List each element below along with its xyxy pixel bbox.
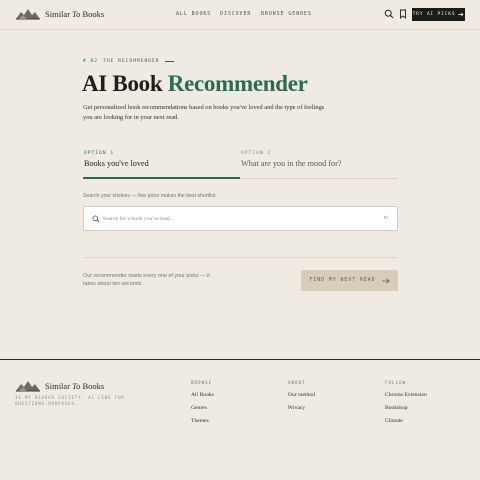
try-ai-picks-button[interactable]: TRY AI PICKS (412, 8, 465, 21)
tab-option-label: OPTION 1 (84, 151, 115, 156)
page-subtitle: Get personalized book recommendations ba… (83, 104, 325, 121)
section-divider (83, 257, 398, 258)
tab-text: What are you in the mood for? (241, 159, 342, 168)
logo[interactable]: Similar To Books (15, 7, 104, 21)
site-header: Similar To Books ALL BOOKS DISCOVER BROW… (0, 0, 480, 30)
footer-heading: BROWSE (191, 380, 213, 385)
book-search-input[interactable] (103, 212, 373, 226)
bookmark-icon[interactable] (398, 9, 408, 19)
footer-link-themes[interactable]: Themes (191, 418, 214, 431)
footer-column-browse: BROWSE All Books Genres Themes (191, 380, 214, 431)
footer-tagline: IS MY READER SOCIETY. AI LINE FOR QUESTI… (15, 395, 125, 407)
footer-link-our-method[interactable]: Our method (288, 392, 315, 405)
footer-link-bookshop[interactable]: Bookshop (385, 405, 427, 418)
footer-link-genres[interactable]: Genres (191, 405, 214, 418)
search-icon[interactable] (384, 9, 394, 19)
nav-all-books[interactable]: ALL BOOKS (176, 11, 211, 17)
logo-text: Similar To Books (45, 9, 105, 19)
site-footer: Similar To Books IS MY READER SOCIETY. A… (0, 359, 480, 480)
logo-icon (16, 381, 40, 392)
eyebrow-number: # 02 (83, 59, 99, 64)
section-eyebrow: # 02 THE RECOMMENDER (83, 59, 174, 64)
footer-column-follow: FOLLOW Chrome Extension Bookshop Climate (385, 380, 427, 431)
title-accent: Recommender (167, 71, 308, 96)
title-main: AI Book (82, 71, 163, 96)
footer-heading: FOLLOW (385, 380, 407, 385)
footer-logo[interactable]: Similar To Books (15, 379, 104, 393)
footer-column-about: ABOUT Our method Privacy (288, 380, 315, 418)
eyebrow-divider (164, 61, 174, 62)
submit-label: FIND MY NEXT READ (309, 278, 376, 283)
search-hint: Search your shelves — five picks makes t… (83, 193, 217, 199)
keyboard-shortcut: ⌘/ (383, 216, 389, 221)
tab-active-indicator (83, 177, 240, 179)
tab-books-loved[interactable]: OPTION 1 Books you've loved (84, 151, 149, 168)
arrow-right-icon (458, 12, 464, 17)
footer-link-all-books[interactable]: All Books (191, 392, 214, 405)
nav-discover[interactable]: DISCOVER (220, 11, 251, 17)
cta-label: TRY AI PICKS (412, 12, 456, 17)
tab-mood[interactable]: OPTION 2 What are you in the mood for? (241, 151, 342, 168)
logo-icon (16, 9, 40, 20)
recommender-note: Our recommender reads every one of your … (83, 273, 210, 288)
book-search-box[interactable]: ⌘/ (83, 206, 398, 231)
tab-text: Books you've loved (84, 159, 149, 168)
footer-link-privacy[interactable]: Privacy (288, 405, 315, 418)
footer-link-climate[interactable]: Climate (385, 418, 427, 431)
find-next-read-button[interactable]: FIND MY NEXT READ (301, 270, 398, 291)
logo-text: Similar To Books (45, 381, 105, 391)
eyebrow-label: THE RECOMMENDER (103, 59, 160, 64)
tab-option-label: OPTION 2 (241, 151, 272, 156)
nav-browse-genres[interactable]: BROWSE GENRES (261, 11, 312, 17)
arrow-right-icon (381, 277, 390, 284)
search-icon (92, 215, 100, 223)
footer-link-chrome-extension[interactable]: Chrome Extension (385, 392, 427, 405)
footer-heading: ABOUT (288, 380, 306, 385)
page-title: AI Book Recommender (82, 70, 308, 98)
